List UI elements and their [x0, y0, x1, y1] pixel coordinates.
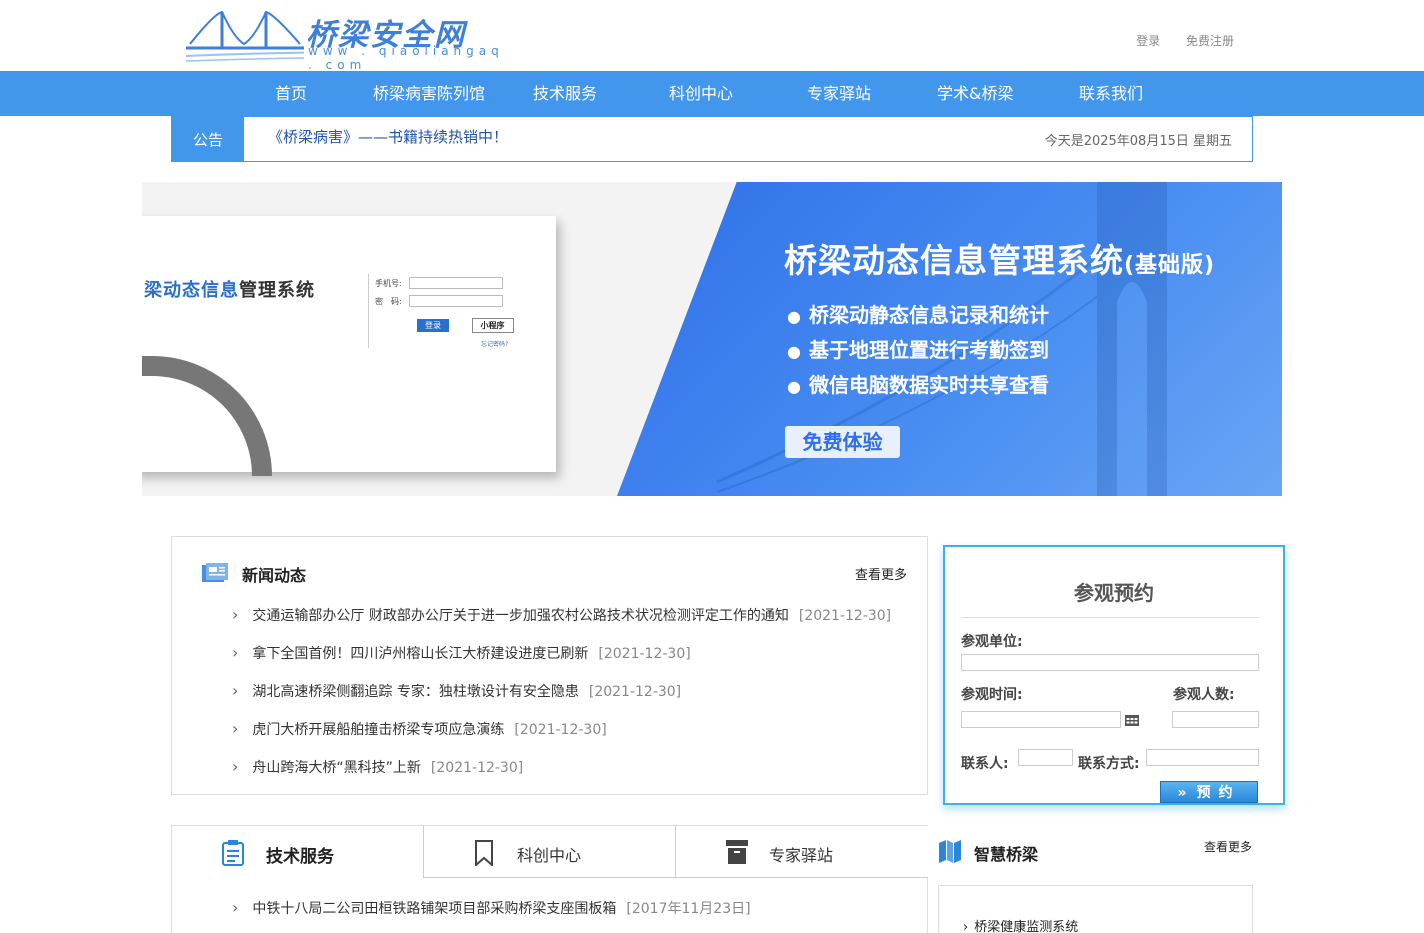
visit-booking-form: 参观预约 参观单位: 参观时间: 参观人数: 联系人: 联系方式: » 预约	[943, 545, 1285, 805]
tab-expert-station[interactable]: 专家驿站	[676, 826, 928, 878]
contact-method-input[interactable]	[1146, 749, 1259, 766]
login-link[interactable]: 登录	[1136, 34, 1160, 48]
site-logo[interactable]: 桥梁安全网 www . qiaoliangaq . com	[186, 8, 516, 72]
news-item[interactable]: 交通运输部办公厅 财政部办公厅关于进一步加强农村公路技术状况检测评定工作的通知[…	[232, 605, 891, 643]
tab-tech-service[interactable]: 技术服务	[172, 826, 424, 878]
news-section: 新闻动态 查看更多 交通运输部办公厅 财政部办公厅关于进一步加强农村公路技术状况…	[171, 536, 928, 795]
smart-bridge-more-link[interactable]: 查看更多	[1204, 838, 1252, 855]
news-item[interactable]: 湖北高速桥梁侧翻追踪 专家：独柱墩设计有安全隐患[2021-12-30]	[232, 681, 891, 719]
logo-url: www . qiaoliangaq . com	[308, 44, 504, 72]
news-item[interactable]: 拿下全国首例！四川泸州榕山长江大桥建设进度已刷新[2021-12-30]	[232, 643, 891, 681]
nav-bridge-damage-gallery[interactable]: 桥梁病害陈列馆	[373, 71, 485, 116]
feature-item: 微信电脑数据实时共享查看	[787, 372, 1049, 407]
calendar-icon[interactable]	[1125, 713, 1139, 726]
tab-label: 专家驿站	[769, 846, 834, 865]
top-links: 登录 免费注册	[1114, 32, 1234, 49]
booking-submit-button[interactable]: » 预约	[1160, 781, 1258, 803]
news-item[interactable]: 舟山跨海大桥“黑科技”上新[2021-12-30]	[232, 757, 891, 795]
booking-title: 参观预约	[1074, 581, 1154, 605]
service-tabs: 技术服务 科创中心 专家驿站 中铁十八局二公司田桓铁路铺架项目部采购桥梁支座围板…	[171, 825, 928, 933]
visitor-count-label: 参观人数:	[1173, 687, 1235, 703]
nav-contact-us[interactable]: 联系我们	[1079, 71, 1143, 116]
bookmark-icon	[475, 840, 493, 866]
notice-bar: 公告 《桥梁病害》——书籍持续热销中！ 今天是2025年08月15日 星期五	[171, 116, 1253, 162]
visit-unit-label: 参观单位:	[961, 634, 1023, 650]
news-list: 交通运输部办公厅 财政部办公厅关于进一步加强农村公路技术状况检测评定工作的通知[…	[232, 605, 891, 795]
divider	[961, 617, 1259, 618]
nav-academic-bridge[interactable]: 学术&桥梁	[937, 71, 1013, 116]
news-title: 新闻动态	[242, 566, 307, 585]
nav-innovation-center[interactable]: 科创中心	[669, 71, 733, 116]
news-item[interactable]: 虎门大桥开展船舶撞击桥梁专项应急演练[2021-12-30]	[232, 719, 891, 757]
tab-innovation-center[interactable]: 科创中心	[424, 826, 676, 878]
double-chevron-icon: »	[1177, 785, 1187, 801]
news-more-link[interactable]: 查看更多	[855, 564, 907, 583]
smart-bridge-list: 桥梁健康监测系统	[938, 885, 1253, 933]
screenshot-title: 梁动态信息管理系统	[144, 280, 315, 301]
nav-expert-station[interactable]: 专家驿站	[807, 71, 871, 116]
map-icon	[939, 840, 961, 863]
nav-home[interactable]: 首页	[275, 71, 307, 116]
free-trial-button[interactable]: 免费体验	[785, 426, 900, 458]
hero-banner[interactable]: 梁动态信息管理系统 手机号: 密 码: 登录 小程序 忘记密码? 桥梁动态信息管…	[142, 182, 1282, 496]
clipboard-icon	[222, 840, 244, 866]
nav-tech-service[interactable]: 技术服务	[533, 71, 597, 116]
contact-person-label: 联系人:	[961, 756, 1009, 772]
tab-article-item[interactable]: 中铁十八局二公司田桓铁路铺架项目部采购桥梁支座围板箱[2017年11月23日]	[232, 898, 750, 918]
newspaper-icon	[202, 563, 228, 582]
tab-label: 技术服务	[266, 847, 334, 867]
feature-item: 基于地理位置进行考勤签到	[787, 337, 1049, 372]
current-date: 今天是2025年08月15日 星期五	[1044, 134, 1232, 149]
register-link[interactable]: 免费注册	[1186, 34, 1234, 48]
banner-title: 桥梁动态信息管理系统(基础版)	[784, 241, 1216, 280]
feature-item: 桥梁动静态信息记录和统计	[787, 302, 1049, 337]
banner-features: 桥梁动静态信息记录和统计 基于地理位置进行考勤签到 微信电脑数据实时共享查看	[787, 302, 1049, 407]
bridge-logo-icon	[186, 10, 304, 62]
smart-bridge-item[interactable]: 桥梁健康监测系统	[963, 916, 1078, 933]
screenshot-login-form: 手机号: 密 码: 登录 小程序 忘记密码?	[368, 274, 534, 348]
notice-tag: 公告	[172, 117, 244, 161]
main-nav: 首页 桥梁病害陈列馆 技术服务 科创中心 专家驿站 学术&桥梁 联系我们	[0, 71, 1424, 116]
smart-bridge-title: 智慧桥梁	[974, 845, 1039, 864]
visit-time-label: 参观时间:	[961, 687, 1023, 703]
contact-person-input[interactable]	[1018, 749, 1073, 766]
visit-time-input[interactable]	[961, 711, 1121, 728]
road-graphic	[142, 356, 272, 476]
archive-box-icon	[726, 840, 748, 864]
contact-method-label: 联系方式:	[1078, 756, 1140, 772]
system-screenshot: 梁动态信息管理系统 手机号: 密 码: 登录 小程序 忘记密码?	[142, 216, 556, 476]
tab-label: 科创中心	[517, 846, 582, 865]
visit-unit-input[interactable]	[961, 654, 1259, 671]
notice-text[interactable]: 《桥梁病害》——书籍持续热销中！	[268, 126, 508, 147]
visitor-count-input[interactable]	[1172, 711, 1259, 728]
